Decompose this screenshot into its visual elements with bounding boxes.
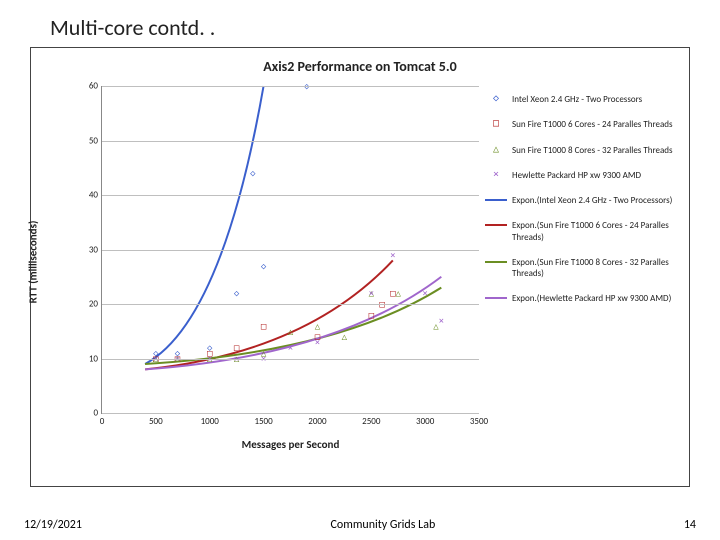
data-point: □ [379, 300, 385, 310]
legend-label: Expon.(Hewlette Packard HP xw 9300 AMD) [512, 293, 671, 304]
data-point: △ [288, 327, 294, 337]
footer-page: 14 [684, 518, 696, 532]
legend-label: Expon.(Intel Xeon 2.4 GHz - Two Processo… [512, 195, 672, 206]
legend-line-swatch [485, 293, 507, 303]
data-point: × [207, 355, 212, 365]
y-tick: 50 [74, 135, 98, 146]
plot-wrap: RTT (milliseconds) ◇◇◇◇◇◇◇□□□□□□□□□△△△△△… [73, 86, 479, 438]
gridline-h [102, 86, 479, 87]
data-point: × [315, 338, 320, 348]
gridline-h [102, 195, 479, 196]
legend-item: Expon.(Sun Fire T1000 6 Cores - 24 Paral… [485, 220, 681, 243]
y-tick: 10 [74, 353, 98, 364]
legend-marker-swatch: ◇ [485, 94, 507, 104]
gridline-h [102, 304, 479, 305]
legend-marker-swatch: △ [485, 145, 507, 155]
legend-label: Sun Fire T1000 8 Cores - 32 Paralles Thr… [512, 145, 673, 156]
data-point: □ [261, 322, 267, 332]
gridline-h [102, 413, 479, 414]
footer-center: Community Grids Lab [331, 518, 436, 532]
data-point: □ [234, 344, 240, 354]
legend-item: × Hewlette Packard HP xw 9300 AMD [485, 170, 681, 181]
data-point: × [261, 355, 266, 365]
chart-title: Axis2 Performance on Tomcat 5.0 [31, 48, 689, 75]
legend-item: Expon.(Hewlette Packard HP xw 9300 AMD) [485, 293, 681, 304]
legend-item: □ Sun Fire T1000 6 Cores - 24 Paralles Th… [485, 119, 681, 130]
legend-item: Expon.(Intel Xeon 2.4 GHz - Two Processo… [485, 195, 681, 206]
x-tick: 3000 [416, 416, 434, 427]
x-tick: 1500 [254, 416, 272, 427]
legend-marker-swatch: □ [485, 119, 507, 129]
x-tick: 1000 [201, 416, 219, 427]
footer-date: 12/19/2021 [24, 518, 82, 532]
data-point: × [369, 289, 374, 299]
gridline-h [102, 141, 479, 142]
legend-label: Hewlette Packard HP xw 9300 AMD [512, 170, 641, 181]
legend-item: Expon.(Sun Fire T1000 8 Cores - 32 Paral… [485, 257, 681, 280]
y-tick: 30 [74, 244, 98, 255]
legend-label: Sun Fire T1000 6 Cores - 24 Paralles Thr… [512, 119, 673, 130]
y-tick: 0 [74, 408, 98, 419]
x-tick: 2000 [308, 416, 326, 427]
x-tick: 3500 [470, 416, 488, 427]
data-point: △ [342, 333, 348, 343]
data-point: △ [315, 322, 321, 332]
plot-area: ◇◇◇◇◇◇◇□□□□□□□□□△△△△△△△△△△△××××××××××× M… [101, 86, 479, 414]
trendline [145, 260, 393, 369]
x-axis-label: Messages per Second [242, 438, 340, 451]
data-point: □ [369, 311, 375, 321]
y-tick: 40 [74, 190, 98, 201]
slide-title: Multi-core contd. . [50, 14, 700, 41]
data-point: × [153, 355, 158, 365]
legend-item: △ Sun Fire T1000 8 Cores - 32 Paralles Th… [485, 145, 681, 156]
data-point: ◇ [304, 82, 310, 92]
data-point: △ [396, 289, 402, 299]
x-tick: 2500 [362, 416, 380, 427]
data-point: × [439, 316, 444, 326]
data-point: × [422, 289, 427, 299]
legend-line-swatch [485, 195, 507, 205]
chart-container: Axis2 Performance on Tomcat 5.0 RTT (mil… [30, 47, 690, 487]
data-point: ◇ [250, 169, 256, 179]
trendline [145, 86, 263, 364]
x-tick: 0 [100, 416, 105, 427]
data-point: × [175, 355, 180, 365]
gridline-h [102, 359, 479, 360]
legend-item: ◇ Intel Xeon 2.4 GHz - Two Processors [485, 94, 681, 105]
slide-footer: 12/19/2021 Community Grids Lab 14 [0, 518, 720, 532]
legend-marker-swatch: × [485, 170, 507, 180]
data-point: ◇ [261, 262, 267, 272]
data-point: × [234, 355, 239, 365]
legend-line-swatch [485, 257, 507, 267]
legend-label: Expon.(Sun Fire T1000 6 Cores - 24 Paral… [512, 220, 681, 243]
legend-label: Expon.(Sun Fire T1000 8 Cores - 32 Paral… [512, 257, 681, 280]
data-point: × [390, 251, 395, 261]
y-tick: 20 [74, 299, 98, 310]
data-point: ◇ [234, 289, 240, 299]
legend-line-swatch [485, 220, 507, 230]
x-tick: 500 [149, 416, 163, 427]
data-point: × [288, 344, 293, 354]
y-tick: 60 [74, 81, 98, 92]
legend: ◇ Intel Xeon 2.4 GHz - Two Processors □ Sun… [485, 94, 681, 319]
legend-label: Intel Xeon 2.4 GHz - Two Processors [512, 94, 642, 105]
gridline-h [102, 250, 479, 251]
y-axis-label: RTT (milliseconds) [27, 221, 40, 304]
